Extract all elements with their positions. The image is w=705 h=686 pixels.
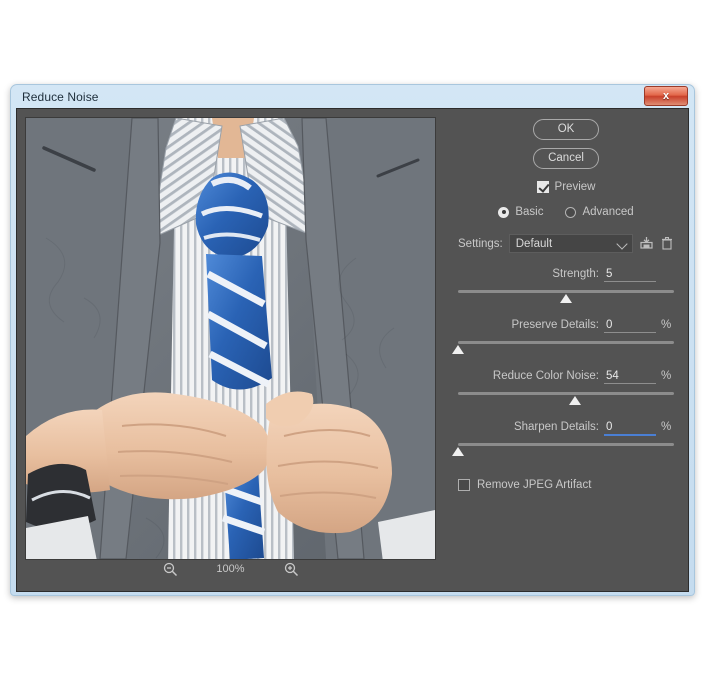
- slider-value-input[interactable]: 54: [604, 370, 656, 384]
- remove-jpeg-artifact-box[interactable]: [458, 479, 470, 491]
- slider-track[interactable]: [458, 443, 674, 446]
- slider-unit: %: [661, 319, 672, 331]
- slider-thumb[interactable]: [560, 294, 572, 303]
- save-preset-icon[interactable]: [639, 236, 654, 251]
- slider-label: Sharpen Details:: [513, 421, 599, 433]
- close-button-label: x: [662, 90, 670, 102]
- ok-button[interactable]: OK: [533, 119, 599, 140]
- dialog-body: 100% OK Cancel Preview Basic Advanced Se…: [16, 108, 689, 592]
- slider-1: Preserve Details: 0%: [452, 319, 674, 355]
- slider-value-input[interactable]: 5: [604, 268, 656, 282]
- trash-delete-preset-icon[interactable]: [660, 236, 674, 251]
- preview-checkbox-label: Preview: [554, 181, 596, 193]
- sliders-section: Strength: 5 Preserve Details: 0% Reduce Colo…: [452, 268, 674, 457]
- zoom-in-magnifier-icon[interactable]: [284, 562, 299, 577]
- slider-track[interactable]: [458, 341, 674, 344]
- chevron-down-icon: [616, 238, 628, 250]
- slider-track-wrap[interactable]: [452, 443, 674, 457]
- window-title: Reduce Noise: [22, 89, 99, 104]
- zoom-controls: 100%: [25, 555, 436, 583]
- radio-advanced-label: Advanced: [582, 206, 634, 218]
- cancel-button[interactable]: Cancel: [533, 148, 599, 169]
- preview-pane: 100%: [17, 109, 444, 591]
- slider-track-wrap[interactable]: [452, 341, 674, 355]
- zoom-out-magnifier-icon[interactable]: [163, 562, 178, 577]
- settings-dropdown[interactable]: Default: [508, 234, 633, 253]
- settings-dropdown-value: Default: [515, 237, 553, 250]
- slider-header: Reduce Color Noise: 54%: [458, 370, 674, 385]
- preview-checkbox-box[interactable]: [536, 181, 549, 193]
- slider-header: Sharpen Details: 0%: [458, 421, 674, 436]
- slider-header: Preserve Details: 0%: [458, 319, 674, 334]
- slider-label: Strength:: [552, 268, 599, 280]
- mode-radio-group: Basic Advanced: [458, 206, 674, 218]
- slider-label: Preserve Details:: [511, 319, 599, 331]
- slider-unit: %: [661, 370, 672, 382]
- radio-advanced-dot[interactable]: [565, 206, 577, 218]
- preview-checkbox[interactable]: Preview: [458, 181, 674, 193]
- slider-track-wrap[interactable]: [458, 392, 674, 406]
- controls-pane: OK Cancel Preview Basic Advanced Setting…: [444, 109, 688, 591]
- radio-advanced[interactable]: Advanced: [565, 206, 634, 218]
- radio-basic-dot[interactable]: [498, 206, 510, 218]
- reduce-noise-dialog: Reduce Noise x 100% OK Cancel Preview Ba…: [10, 84, 695, 596]
- slider-value-input[interactable]: 0: [604, 421, 656, 436]
- remove-jpeg-artifact-checkbox[interactable]: Remove JPEG Artifact: [458, 479, 674, 491]
- preview-image[interactable]: [25, 117, 436, 560]
- settings-row: Settings: Default: [458, 234, 674, 253]
- slider-header: Strength: 5: [458, 268, 674, 283]
- slider-thumb[interactable]: [452, 447, 464, 456]
- slider-3: Sharpen Details: 0%: [452, 421, 674, 457]
- settings-label: Settings:: [458, 237, 503, 250]
- slider-0: Strength: 5: [458, 268, 674, 304]
- slider-track-wrap[interactable]: [458, 290, 674, 304]
- slider-label: Reduce Color Noise:: [492, 370, 599, 382]
- slider-value-input[interactable]: 0: [604, 319, 656, 333]
- slider-thumb[interactable]: [568, 396, 581, 405]
- slider-track[interactable]: [458, 392, 674, 395]
- radio-basic[interactable]: Basic: [498, 206, 543, 218]
- radio-basic-label: Basic: [515, 206, 544, 218]
- title-bar[interactable]: Reduce Noise x: [16, 85, 689, 108]
- slider-2: Reduce Color Noise: 54%: [458, 370, 674, 406]
- slider-thumb[interactable]: [452, 345, 464, 354]
- zoom-level: 100%: [216, 563, 245, 575]
- close-icon[interactable]: x: [644, 86, 688, 106]
- slider-track[interactable]: [458, 290, 674, 293]
- slider-unit: %: [661, 421, 672, 433]
- remove-jpeg-artifact-label: Remove JPEG Artifact: [477, 479, 592, 491]
